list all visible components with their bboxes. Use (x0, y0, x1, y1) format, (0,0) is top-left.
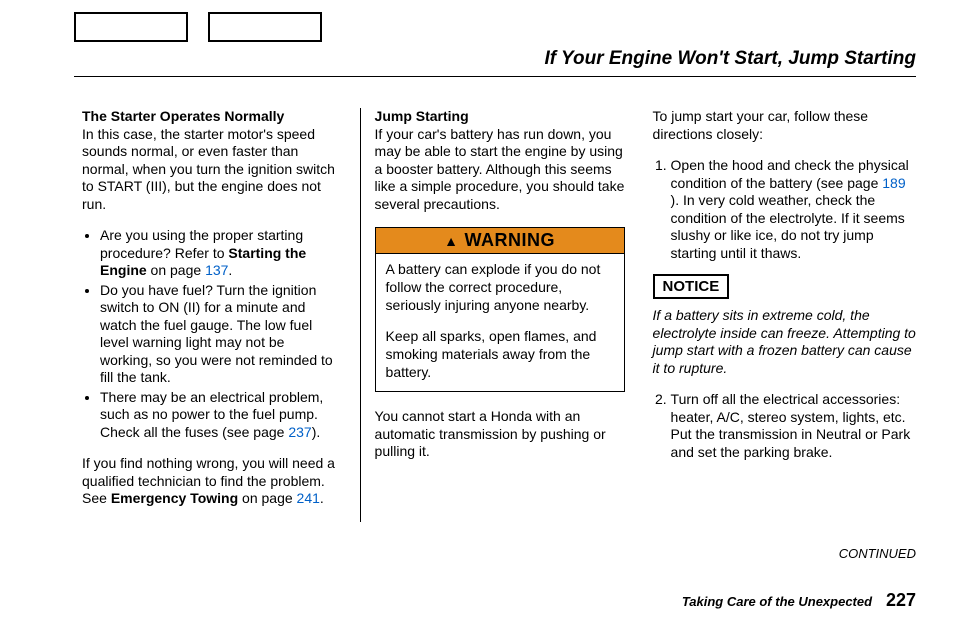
steps-list-2: Turn off all the electrical accessories:… (653, 391, 916, 461)
title-rule (74, 76, 916, 77)
warning-label: WARNING (464, 230, 555, 251)
notice-label: NOTICE (653, 274, 730, 299)
column-2: Jump Starting If your car's battery has … (360, 108, 639, 522)
warning-text-2: Keep all sparks, open flames, and smokin… (386, 327, 614, 382)
content-columns: The Starter Operates Normally In this ca… (82, 108, 916, 522)
nav-box-2[interactable] (208, 12, 322, 42)
link-page-189[interactable]: 189 (882, 175, 905, 191)
col2-intro-text: If your car's battery has run down, you … (375, 126, 625, 212)
col1-bullets: Are you using the proper starting proced… (82, 227, 340, 441)
column-1: The Starter Operates Normally In this ca… (82, 108, 360, 522)
warning-body: A battery can explode if you do not foll… (376, 254, 624, 391)
warning-text-1: A battery can explode if you do not foll… (386, 260, 614, 315)
col1-outro: If you find nothing wrong, you will need… (82, 455, 340, 508)
bullet-2: Do you have fuel? Turn the ignition swit… (100, 282, 340, 387)
page-number: 227 (886, 590, 916, 610)
steps-list: Open the hood and check the physical con… (653, 157, 916, 262)
warning-header: ▲ WARNING (376, 228, 624, 254)
link-page-237[interactable]: 237 (288, 424, 311, 440)
col2-heading: Jump Starting (375, 108, 469, 124)
col3-intro: To jump start your car, follow these dir… (653, 108, 916, 143)
col2-intro: Jump Starting If your car's battery has … (375, 108, 625, 213)
link-page-137[interactable]: 137 (205, 262, 228, 278)
top-nav-boxes (74, 12, 322, 42)
step-1: Open the hood and check the physical con… (671, 157, 916, 262)
notice-text: If a battery sits in extreme cold, the e… (653, 307, 916, 377)
link-page-241[interactable]: 241 (297, 490, 320, 506)
col1-heading: The Starter Operates Normally (82, 108, 284, 124)
footer-section: Taking Care of the Unexpected (682, 594, 872, 609)
page-footer: Taking Care of the Unexpected 227 (682, 590, 916, 611)
bullet-1: Are you using the proper starting proced… (100, 227, 340, 280)
bullet-3: There may be an electrical problem, such… (100, 389, 340, 442)
col2-after: You cannot start a Honda with an automat… (375, 408, 625, 461)
page-title: If Your Engine Won't Start, Jump Startin… (544, 48, 916, 70)
column-3: To jump start your car, follow these dir… (639, 108, 916, 522)
nav-box-1[interactable] (74, 12, 188, 42)
col1-intro-text: In this case, the starter motor's speed … (82, 126, 335, 212)
col1-intro: The Starter Operates Normally In this ca… (82, 108, 340, 213)
warning-box: ▲ WARNING A battery can explode if you d… (375, 227, 625, 392)
step-2: Turn off all the electrical accessories:… (671, 391, 916, 461)
continued-label: CONTINUED (839, 546, 916, 561)
warning-icon: ▲ (444, 233, 458, 249)
